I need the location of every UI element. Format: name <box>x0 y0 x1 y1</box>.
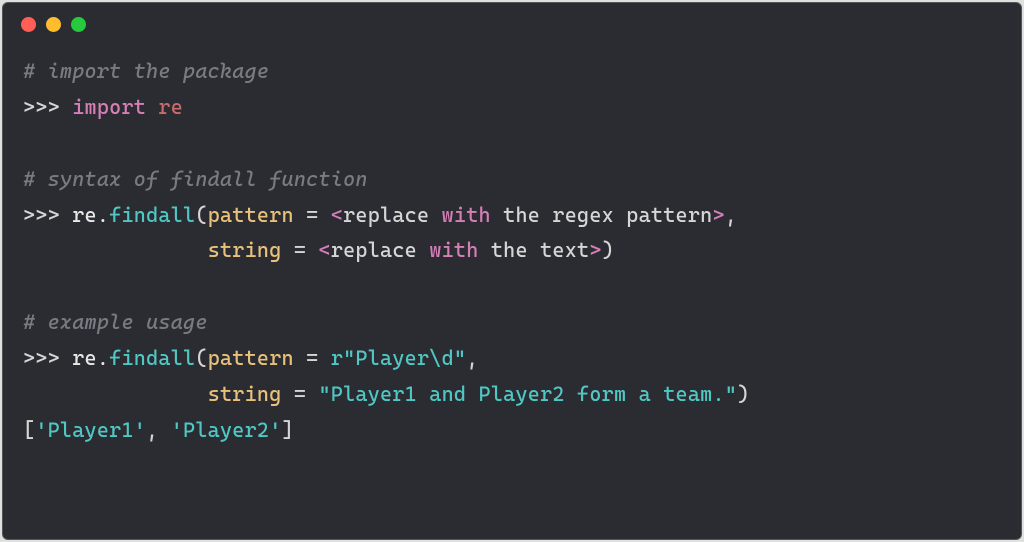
repl-prompt: >>> <box>23 346 72 370</box>
object-ref: re <box>72 203 97 227</box>
placeholder-text: replace <box>343 203 442 227</box>
indent <box>23 382 208 406</box>
output-bracket: ] <box>282 418 294 442</box>
close-icon[interactable] <box>21 17 36 32</box>
window-titlebar <box>3 3 1021 32</box>
output-string: 'Player2' <box>171 418 282 442</box>
angle-open: < <box>331 203 343 227</box>
indent <box>23 238 208 262</box>
angle-open: < <box>319 238 331 262</box>
param-name: string <box>208 238 282 262</box>
output-bracket: [ <box>23 418 35 442</box>
equals: = <box>282 382 319 406</box>
dot-operator: . <box>97 203 109 227</box>
equals: = <box>282 238 319 262</box>
open-paren: ( <box>195 346 207 370</box>
comment-line: # syntax of findall function <box>23 167 368 191</box>
output-sep: , <box>146 418 171 442</box>
minimize-icon[interactable] <box>46 17 61 32</box>
function-name: findall <box>109 203 195 227</box>
angle-close: > <box>589 238 601 262</box>
output-string: 'Player1' <box>35 418 146 442</box>
object-ref: re <box>72 346 97 370</box>
open-paren: ( <box>195 203 207 227</box>
comma: , <box>466 346 478 370</box>
code-block: # import the package >>> import re # syn… <box>3 32 1021 469</box>
angle-close: > <box>713 203 725 227</box>
terminal-window: # import the package >>> import re # syn… <box>2 2 1022 540</box>
param-name: string <box>208 382 282 406</box>
param-name: pattern <box>208 203 294 227</box>
close-paren: ) <box>737 382 749 406</box>
placeholder-text: replace <box>331 238 430 262</box>
keyword-import: import <box>72 95 146 119</box>
repl-prompt: >>> <box>23 95 72 119</box>
placeholder-text: the regex pattern <box>491 203 713 227</box>
keyword-with: with <box>429 238 478 262</box>
comment-line: # example usage <box>23 310 208 334</box>
dot-operator: . <box>97 346 109 370</box>
module-name: re <box>146 95 183 119</box>
equals: = <box>294 203 331 227</box>
placeholder-text: the text <box>479 238 590 262</box>
close-paren: ) <box>602 238 614 262</box>
string-literal: "Player1 and Player2 form a team." <box>319 382 738 406</box>
function-name: findall <box>109 346 195 370</box>
maximize-icon[interactable] <box>71 17 86 32</box>
comment-line: # import the package <box>23 59 269 83</box>
string-literal: r"Player\d" <box>331 346 466 370</box>
keyword-with: with <box>442 203 491 227</box>
param-name: pattern <box>208 346 294 370</box>
equals: = <box>294 346 331 370</box>
comma: , <box>725 203 737 227</box>
repl-prompt: >>> <box>23 203 72 227</box>
